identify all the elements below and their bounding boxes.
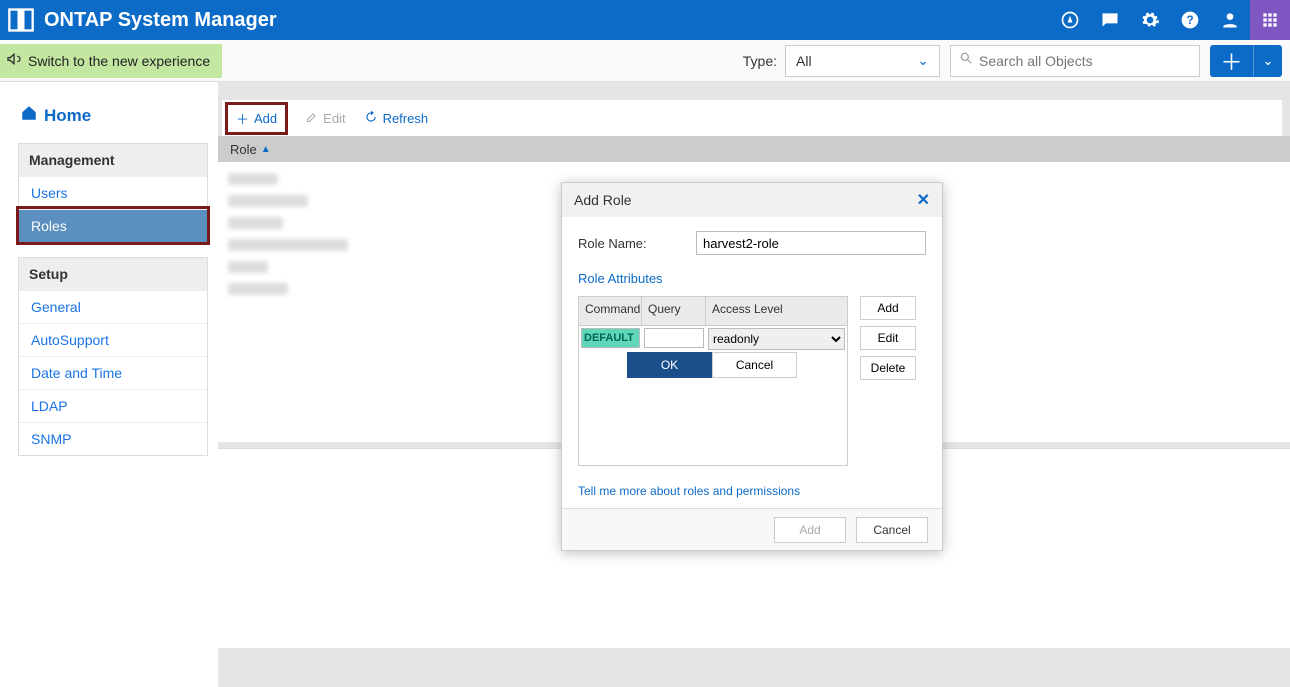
dialog-footer: Add Cancel: [562, 508, 942, 550]
gear-icon[interactable]: [1130, 0, 1170, 40]
refresh-icon: [364, 110, 378, 127]
app-header: ONTAP System Manager ?: [0, 0, 1290, 40]
sidebar-item-ldap[interactable]: LDAP: [19, 389, 207, 422]
attr-access-select[interactable]: readonly: [708, 328, 845, 350]
add-split-caret[interactable]: ⌄: [1254, 45, 1282, 77]
sidebar-item-users[interactable]: Users: [19, 176, 207, 209]
table-header[interactable]: Role ▲: [218, 136, 1290, 162]
megaphone-icon: [6, 51, 22, 70]
content-area: ＋ Add Edit Refresh: [218, 82, 1290, 687]
attr-col-command: Command: [579, 297, 642, 325]
toolbar-add-button[interactable]: ＋ Add: [236, 109, 277, 128]
app-logo: [6, 5, 36, 35]
home-icon: [20, 104, 38, 127]
role-attributes-link[interactable]: Role Attributes: [578, 271, 663, 286]
table-column-role: Role: [230, 142, 257, 157]
add-split-plus[interactable]: ＋: [1210, 45, 1254, 77]
dialog-title-bar: Add Role ✕: [562, 183, 942, 217]
attr-col-query: Query: [642, 297, 706, 325]
help-icon[interactable]: ?: [1170, 0, 1210, 40]
sub-header: Switch to the new experience Type: All ⌄…: [0, 40, 1290, 82]
section-header-setup: Setup: [19, 258, 207, 290]
attr-add-button[interactable]: Add: [860, 296, 916, 320]
section-header-management: Management: [19, 144, 207, 176]
toolbar-edit-button: Edit: [306, 111, 345, 126]
header-icon-group: ?: [1050, 0, 1290, 40]
search-box[interactable]: [950, 45, 1200, 77]
search-input[interactable]: [979, 53, 1191, 69]
type-select[interactable]: All ⌄: [785, 45, 940, 77]
dialog-add-button: Add: [774, 517, 846, 543]
attr-command-input[interactable]: [581, 328, 640, 348]
attr-side-buttons: Add Edit Delete: [860, 296, 916, 466]
close-icon[interactable]: ✕: [917, 190, 930, 210]
type-select-value: All: [796, 53, 812, 69]
attr-cancel-button[interactable]: Cancel: [712, 352, 797, 378]
attr-row-actions: OK Cancel: [627, 352, 847, 378]
sidebar-section-setup: Setup General AutoSupport Date and Time …: [18, 257, 208, 456]
attr-col-access: Access Level: [706, 297, 847, 325]
toolbar-refresh-label: Refresh: [383, 111, 429, 126]
attr-row: readonly: [579, 325, 847, 352]
sidebar-item-roles[interactable]: Roles: [19, 209, 207, 242]
user-icon[interactable]: [1210, 0, 1250, 40]
dialog-cancel-button[interactable]: Cancel: [856, 517, 928, 543]
chat-icon[interactable]: [1090, 0, 1130, 40]
pencil-icon: [306, 111, 318, 126]
svg-text:?: ?: [1186, 14, 1193, 27]
home-link[interactable]: Home: [20, 104, 208, 127]
sidebar-item-snmp[interactable]: SNMP: [19, 422, 207, 455]
role-name-input[interactable]: [696, 231, 926, 255]
add-split-button: ＋ ⌄: [1210, 45, 1282, 77]
toolbar: ＋ Add Edit Refresh: [222, 100, 1282, 136]
sidebar: Home Management Users Roles Setup Genera…: [0, 82, 218, 687]
roles-highlight-box: Roles: [16, 206, 210, 245]
role-name-label: Role Name:: [578, 236, 678, 251]
attr-table-header: Command Query Access Level: [579, 297, 847, 325]
compass-icon[interactable]: [1050, 0, 1090, 40]
attr-delete-button[interactable]: Delete: [860, 356, 916, 380]
plus-icon: ＋: [236, 109, 249, 128]
add-highlight-box: ＋ Add: [225, 102, 288, 135]
attr-query-input[interactable]: [644, 328, 704, 348]
sidebar-section-management: Management Users Roles: [18, 143, 208, 243]
app-title: ONTAP System Manager: [44, 9, 277, 32]
toolbar-add-label: Add: [254, 111, 277, 126]
chevron-down-icon: ⌄: [917, 52, 929, 69]
attr-edit-button[interactable]: Edit: [860, 326, 916, 350]
toolbar-edit-label: Edit: [323, 111, 345, 126]
role-name-row: Role Name:: [578, 231, 926, 255]
sort-asc-icon: ▲: [261, 144, 271, 155]
add-role-dialog: Add Role ✕ Role Name: Role Attributes Co…: [561, 182, 943, 551]
dialog-title: Add Role: [574, 192, 632, 208]
sidebar-item-date-time[interactable]: Date and Time: [19, 356, 207, 389]
toolbar-refresh-button[interactable]: Refresh: [364, 110, 429, 127]
sidebar-item-autosupport[interactable]: AutoSupport: [19, 323, 207, 356]
home-label: Home: [44, 106, 91, 126]
attr-ok-button[interactable]: OK: [627, 352, 712, 378]
sidebar-item-general[interactable]: General: [19, 290, 207, 323]
apps-grid-icon[interactable]: [1250, 0, 1290, 40]
help-link[interactable]: Tell me more about roles and permissions: [578, 484, 800, 498]
role-attributes-table: Command Query Access Level readonly: [578, 296, 848, 466]
type-label: Type:: [743, 53, 785, 69]
search-icon: [959, 51, 973, 70]
switch-experience-label: Switch to the new experience: [28, 53, 210, 69]
switch-experience-banner[interactable]: Switch to the new experience: [0, 44, 222, 78]
